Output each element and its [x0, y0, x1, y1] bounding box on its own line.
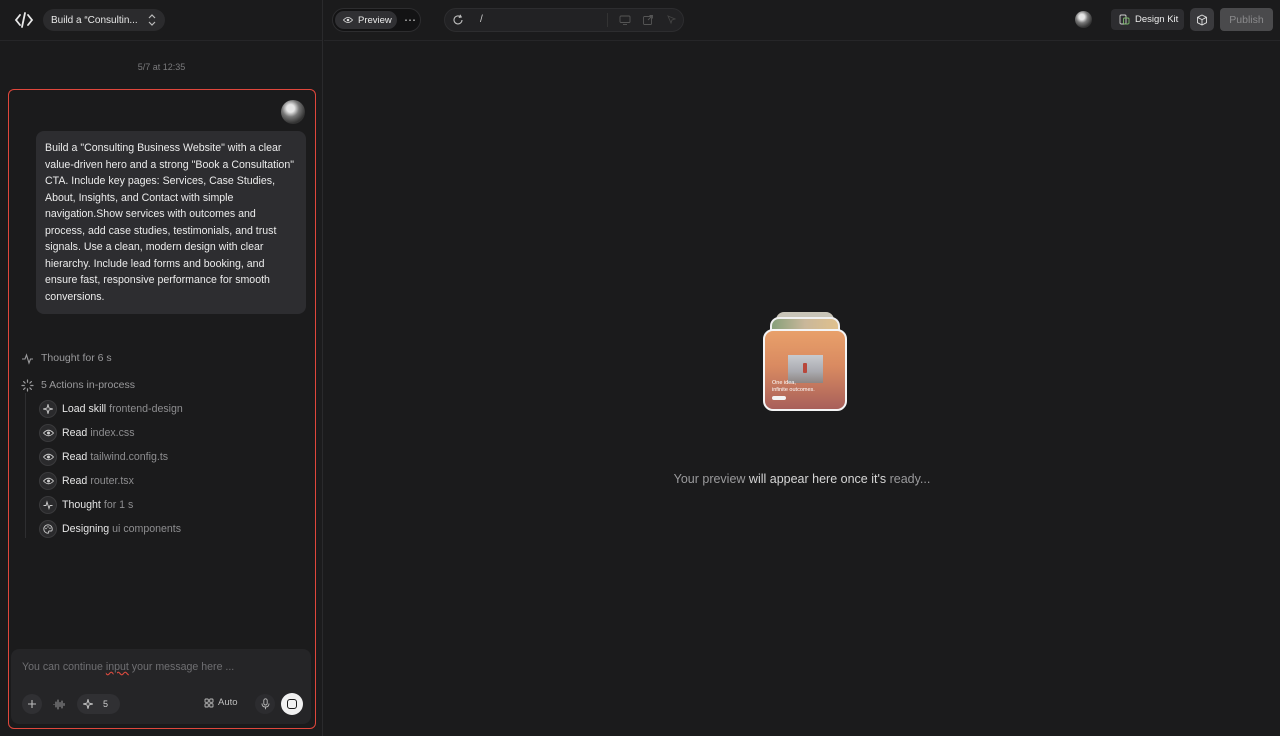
user-avatar-top[interactable] [1075, 11, 1092, 28]
reload-icon[interactable] [451, 13, 465, 27]
design-kit-button[interactable]: Design Kit [1111, 9, 1184, 30]
action-object: for 1 s [103, 499, 134, 511]
palette-icon [39, 520, 57, 538]
url-divider [607, 13, 608, 27]
mode-label: Auto [218, 697, 238, 708]
action-verb: Thought [62, 499, 101, 511]
chat-thread: Build a "Consulting Business Website" wi… [8, 89, 316, 729]
card-photo [788, 355, 823, 383]
spinner-icon [20, 378, 34, 392]
thought-step[interactable]: Thought for 6 s [20, 351, 112, 365]
sparkle-icon [39, 400, 57, 418]
eye-icon [343, 17, 353, 23]
action-object: router.tsx [90, 475, 134, 487]
action-item[interactable]: Designing ui components [39, 520, 181, 538]
preview-toolbar: Preview ⋯ / Design Kit Publish [324, 0, 1280, 41]
waveform-icon [53, 699, 65, 709]
action-verb: Designing [62, 523, 110, 535]
message-timestamp: 5/7 at 12:35 [137, 62, 186, 72]
url-bar[interactable]: / [444, 8, 684, 32]
open-external-icon[interactable] [642, 14, 654, 26]
action-item[interactable]: Thought for 1 s [39, 496, 133, 514]
preview-tab[interactable]: Preview [335, 11, 397, 29]
project-selector[interactable]: Build a “Consultin... [43, 9, 165, 31]
tree-connector [25, 393, 26, 538]
composer-placeholder[interactable]: You can continue input your message here… [22, 661, 234, 673]
pulse-icon [20, 351, 34, 365]
select-element-icon[interactable] [666, 14, 678, 26]
placeholder-text-misspelled: input [105, 661, 129, 673]
chat-panel: Build a “Consultin... 5/7 at 12:35 Build… [0, 0, 323, 736]
microphone-icon [261, 698, 269, 710]
card-caption: One idea, infinite outcomes. [772, 380, 815, 393]
design-kit-label: Design Kit [1135, 14, 1179, 25]
action-object: frontend-design [109, 403, 183, 415]
eye-icon [39, 472, 57, 490]
add-attachment-button[interactable] [22, 694, 42, 714]
preview-status-message: Your preview will appear here once it's … [324, 472, 1280, 486]
cube-icon [1197, 13, 1207, 26]
preview-panel: Preview ⋯ / Design Kit Publish One idea,… [324, 0, 1280, 736]
plus-icon [28, 700, 36, 708]
action-object: tailwind.config.ts [90, 451, 169, 463]
stop-generation-button[interactable] [281, 693, 303, 715]
placeholder-text: You can continue [22, 661, 106, 673]
url-path[interactable]: / [480, 14, 483, 25]
card-cta [772, 396, 786, 400]
sparkle-icon [83, 699, 93, 709]
user-message-bubble: Build a "Consulting Business Website" wi… [36, 131, 306, 314]
action-verb: Read [62, 451, 88, 463]
eye-icon [39, 424, 57, 442]
action-item[interactable]: Read router.tsx [39, 472, 134, 490]
thought-label: Thought for 6 s [41, 352, 112, 364]
project-title: Build a “Consultin... [51, 14, 138, 26]
desktop-view-icon[interactable] [619, 14, 631, 26]
action-item[interactable]: Read index.css [39, 424, 135, 442]
logo-icon[interactable] [14, 10, 34, 30]
skills-pill[interactable]: 5 [77, 694, 120, 714]
preview-label: Preview [358, 14, 392, 26]
skills-count: 5 [103, 699, 109, 709]
action-object: index.css [90, 427, 135, 439]
stop-icon [287, 699, 297, 709]
voice-wave-button[interactable] [49, 694, 69, 714]
deploy-cube-button[interactable] [1190, 8, 1214, 31]
microphone-button[interactable] [255, 694, 275, 714]
preview-placeholder-illustration: One idea, infinite outcomes. [763, 311, 847, 411]
placeholder-text-end: your message here ... [128, 661, 235, 673]
view-toggle: Preview ⋯ [332, 8, 421, 32]
eye-icon [39, 448, 57, 466]
chat-header: Build a “Consultin... [0, 0, 322, 41]
action-verb: Read [62, 475, 88, 487]
status-text-1: Your preview [673, 472, 749, 486]
action-verb: Load skill [62, 403, 107, 415]
app-root: Build a “Consultin... 5/7 at 12:35 Build… [0, 0, 1280, 736]
action-item[interactable]: Load skill frontend-design [39, 400, 183, 418]
design-kit-icon [1119, 14, 1130, 25]
message-composer[interactable]: You can continue input your message here… [11, 649, 311, 724]
action-object: ui components [112, 523, 182, 535]
status-text-3: ready... [886, 472, 931, 486]
action-item[interactable]: Read tailwind.config.ts [39, 448, 168, 466]
pulse-icon [39, 496, 57, 514]
grid-mode-icon [204, 698, 214, 707]
model-mode-selector[interactable]: Auto [204, 697, 238, 708]
status-text-2: will appear here once it's [748, 472, 887, 486]
stack-card-front: One idea, infinite outcomes. [763, 329, 847, 411]
chevron-updown-icon [148, 14, 156, 26]
card-figure [803, 363, 807, 373]
more-options-icon[interactable]: ⋯ [402, 12, 418, 28]
user-avatar [281, 100, 305, 124]
actions-header[interactable]: 5 Actions in-process [20, 378, 135, 392]
actions-header-label: 5 Actions in-process [41, 379, 135, 391]
publish-button[interactable]: Publish [1220, 8, 1273, 31]
action-verb: Read [62, 427, 88, 439]
